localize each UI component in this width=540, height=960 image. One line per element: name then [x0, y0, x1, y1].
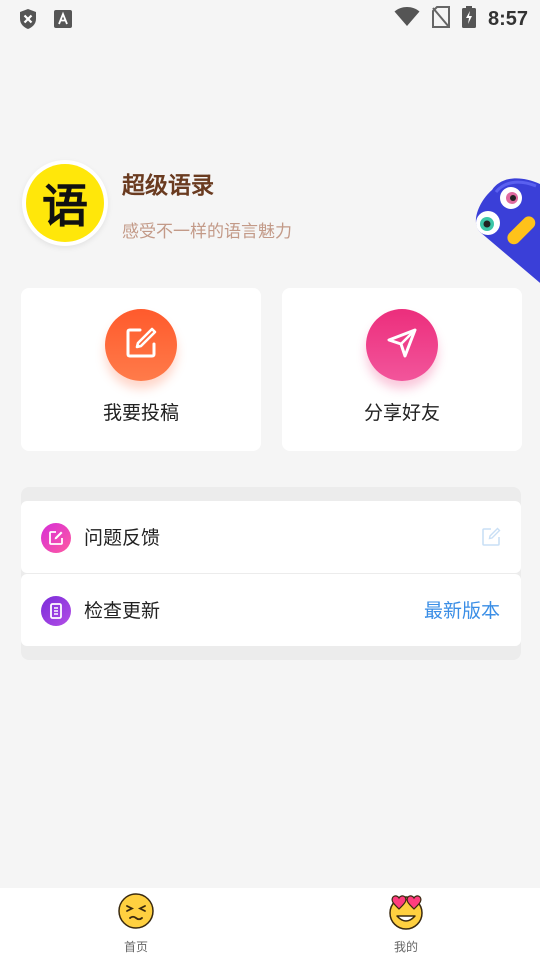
app-slogan: 感受不一样的语言魅力 [122, 222, 292, 242]
share-icon-circle [366, 309, 438, 381]
app-logo: 语 [22, 160, 108, 246]
update-icon [41, 596, 71, 626]
version-status: 最新版本 [423, 600, 500, 622]
app-profile: 语 超级语录 感受不一样的语言魅力 [22, 160, 522, 250]
heart-eyes-emoji-icon [346, 892, 466, 934]
send-icon [384, 325, 420, 365]
wifi-icon [394, 7, 420, 31]
shield-icon [18, 8, 38, 34]
app-name: 超级语录 [122, 173, 214, 199]
status-bar: 8:57 [0, 0, 540, 36]
nav-mine[interactable]: 我的 [346, 892, 466, 955]
nav-home[interactable]: 首页 [76, 892, 196, 955]
feedback-label: 问题反馈 [84, 527, 161, 549]
nav-home-label: 首页 [123, 940, 148, 954]
edit-icon [481, 527, 501, 551]
submit-icon-circle [105, 309, 177, 381]
check-update-label: 检查更新 [84, 600, 161, 622]
font-a-icon [54, 10, 72, 32]
submit-card[interactable]: 我要投稿 [21, 288, 261, 451]
nav-mine-label: 我的 [393, 940, 418, 954]
edit-icon [123, 325, 159, 365]
clock: 8:57 [487, 7, 528, 30]
bottom-nav: 首页 我的 [0, 888, 540, 960]
share-label: 分享好友 [363, 402, 440, 424]
feedback-row[interactable]: 问题反馈 [21, 501, 521, 573]
logo-text: 语 [26, 164, 104, 242]
squint-emoji-icon [76, 892, 196, 934]
mascot-monster-icon [466, 170, 540, 290]
battery-charging-icon [461, 6, 476, 32]
check-update-row[interactable]: 检查更新 最新版本 [21, 574, 521, 646]
feedback-icon [41, 523, 71, 553]
share-card[interactable]: 分享好友 [282, 288, 522, 451]
no-sim-icon [431, 6, 450, 32]
submit-label: 我要投稿 [102, 402, 179, 424]
